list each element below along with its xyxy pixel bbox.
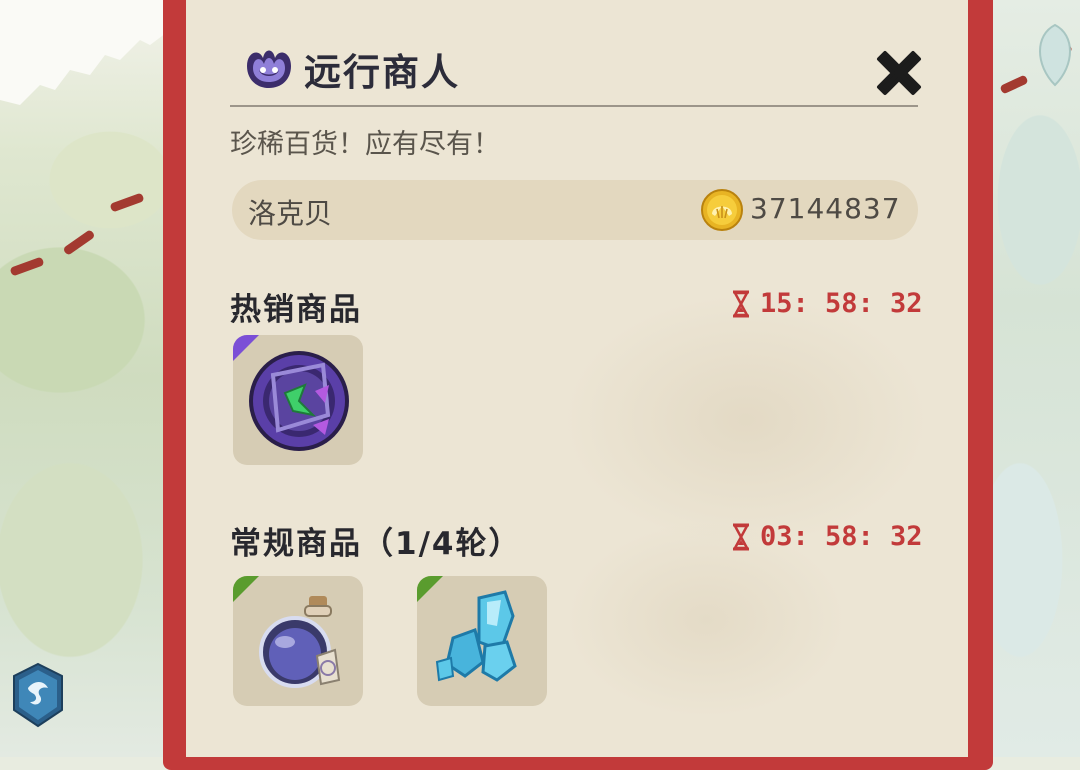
close-button[interactable] bbox=[870, 44, 928, 102]
hot-items-timer: 15: 58: 32 bbox=[730, 288, 923, 319]
purple-potion-bottle-item bbox=[259, 596, 341, 688]
header-divider bbox=[230, 105, 918, 107]
hot-items-section-title: 热销商品 bbox=[230, 292, 362, 328]
regular-items-section-title: 常规商品（1/4轮） bbox=[230, 526, 522, 562]
shop-item-slot[interactable] bbox=[417, 576, 547, 706]
purple-jester-hat-icon bbox=[240, 43, 298, 95]
map-tree-decoration bbox=[1039, 23, 1071, 87]
purple-orb-gem-item bbox=[249, 351, 349, 451]
hourglass-icon bbox=[732, 523, 750, 550]
panel-header: 远行商人 bbox=[240, 40, 460, 98]
regular-items-timer: 03: 58: 32 bbox=[730, 521, 923, 552]
blue-crystal-cluster-item bbox=[435, 590, 517, 682]
timer-text: 03: 58: 32 bbox=[760, 521, 923, 552]
gold-shell-coin-icon bbox=[701, 189, 743, 231]
currency-amount: 37144837 bbox=[750, 192, 901, 225]
shop-item-slot[interactable] bbox=[233, 335, 363, 465]
page-title: 远行商人 bbox=[304, 51, 460, 94]
map-right-region bbox=[980, 0, 1080, 757]
map-left-region bbox=[0, 0, 170, 757]
hourglass-icon bbox=[732, 290, 750, 317]
close-x-icon bbox=[877, 51, 921, 95]
side-menu-badge-icon[interactable] bbox=[10, 662, 66, 728]
shop-subtitle: 珍稀百货！应有尽有！ bbox=[230, 129, 500, 160]
timer-text: 15: 58: 32 bbox=[760, 288, 923, 319]
torn-paper-edge bbox=[0, 0, 170, 105]
shop-item-slot[interactable] bbox=[233, 576, 363, 706]
player-name: 洛克贝 bbox=[248, 197, 333, 230]
